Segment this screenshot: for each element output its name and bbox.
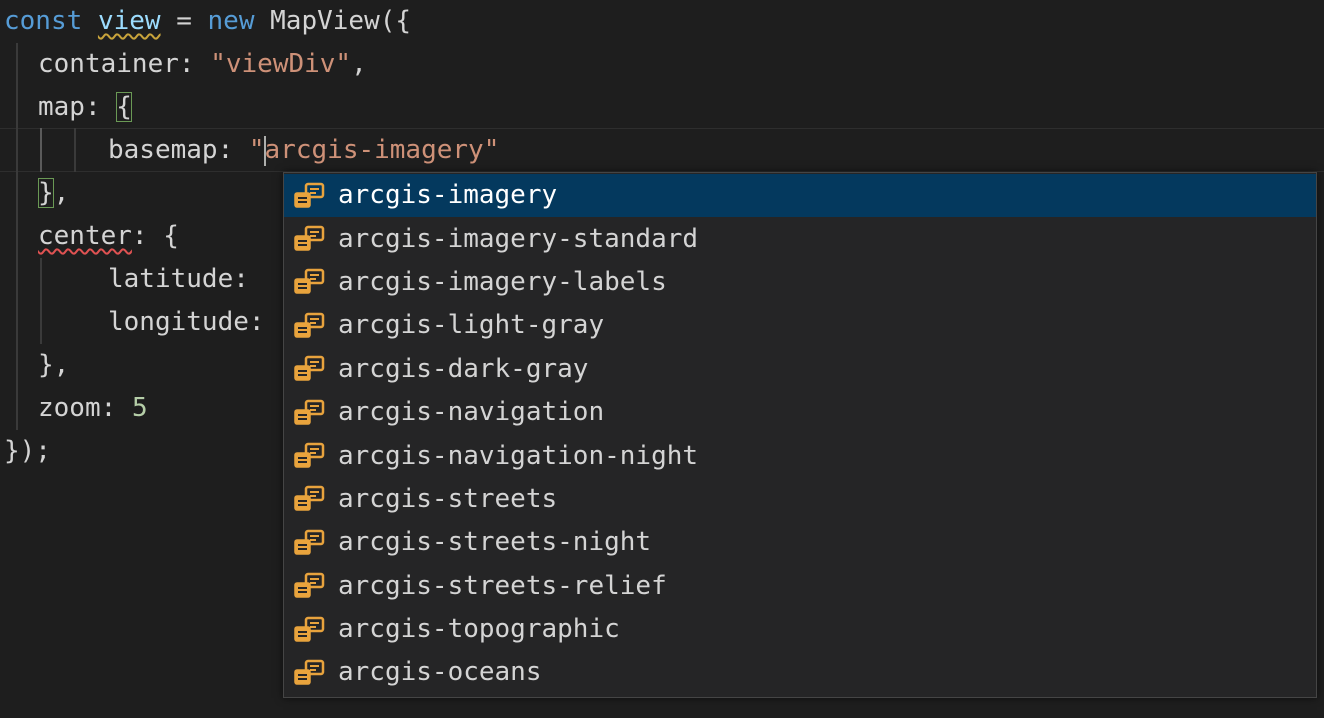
code-token: , [351,49,367,79]
code-token: : { [131,221,179,251]
suggest-item[interactable]: arcgis-streets-night [284,521,1316,564]
code-token: , [53,178,70,208]
code-line[interactable]: zoom: 5 [38,387,148,430]
code-line[interactable]: basemap: "arcgis-imagery" [108,129,499,172]
enum-member-icon [294,399,325,425]
code-token: " [483,135,500,165]
code-token: zoom [38,393,101,423]
code-line[interactable]: container: "viewDiv", [38,43,367,86]
code-token: latitude [108,264,234,294]
code-token: 5 [131,393,148,423]
enum-member-icon [294,486,325,512]
code-token: const [4,6,83,36]
enum-member-icon [294,312,325,338]
code-token: map [38,92,85,122]
code-token: : [233,264,249,294]
code-token: new [207,6,255,36]
code-token: = [160,6,208,36]
code-token: } [38,178,54,208]
suggest-item-label: arcgis-streets [338,483,558,514]
suggest-item-label: arcgis-navigation-night [338,440,699,471]
code-token: basemap [108,135,218,165]
code-line[interactable]: map: { [38,86,132,129]
enum-member-icon [294,269,325,295]
indent-guide [16,43,18,430]
code-token: : [248,307,265,337]
code-token: center [38,221,132,251]
suggest-item-label: arcgis-oceans [338,657,542,688]
enum-member-icon [294,616,325,642]
suggest-item[interactable]: arcgis-imagery-labels [284,261,1316,304]
code-token: arcgis-imagery [264,135,484,165]
suggest-item[interactable]: arcgis-streets-relief [284,565,1316,608]
code-line[interactable]: latitude: [108,258,249,301]
code-token: view [97,6,161,36]
suggest-item-label: arcgis-imagery [338,180,558,211]
code-token: longitude [108,307,249,337]
suggest-item[interactable]: arcgis-oceans [284,651,1316,694]
suggest-item-label: arcgis-navigation [338,397,605,428]
suggest-item-label: arcgis-dark-gray [338,353,589,384]
enum-member-icon [294,529,325,555]
suggest-item-label: arcgis-imagery-standard [338,223,699,254]
suggest-item-label: arcgis-streets-relief [338,570,667,601]
code-token: : [84,92,117,122]
code-editor[interactable]: const view = new MapView({container: "vi… [0,0,1324,718]
code-token: }, [38,350,70,380]
code-token: MapView({ [254,6,412,36]
code-line[interactable]: }, [38,344,69,387]
code-token: { [116,92,132,122]
suggest-item[interactable]: arcgis-light-gray [284,304,1316,347]
suggest-item[interactable]: arcgis-navigation-night [284,434,1316,477]
enum-member-icon [294,572,325,598]
suggest-item[interactable]: arcgis-dark-gray [284,348,1316,391]
suggest-item[interactable]: arcgis-streets [284,478,1316,521]
suggest-item-label: arcgis-light-gray [338,310,605,341]
suggest-item[interactable]: arcgis-imagery-standard [284,217,1316,260]
enum-member-icon [294,225,325,251]
indent-guide [74,128,76,172]
code-line[interactable]: center: { [38,215,179,258]
enum-member-icon [294,442,325,468]
code-token: "viewDiv" [210,49,352,79]
code-line[interactable]: }, [38,172,69,215]
code-token: " [248,135,265,165]
suggest-item-label: arcgis-streets-night [338,527,652,558]
indent-guide [40,128,42,172]
suggest-item[interactable]: arcgis-topographic [284,608,1316,651]
enum-member-icon [294,659,325,685]
code-line[interactable]: const view = new MapView({ [4,0,411,43]
code-token: }); [4,436,51,466]
enum-member-icon [294,182,325,208]
indent-guide [40,258,42,344]
code-token: container [38,49,179,79]
suggest-item-label: arcgis-imagery-labels [338,266,667,297]
enum-member-icon [294,356,325,381]
code-token: : [217,135,249,165]
suggest-widget[interactable]: arcgis-imagery arcgis-imagery-standard arc… [283,172,1317,698]
suggest-item[interactable]: arcgis-navigation [284,391,1316,434]
code-token: : [100,393,132,423]
suggest-item[interactable]: arcgis-imagery [284,174,1316,218]
code-token: : [178,49,211,79]
code-line[interactable]: }); [4,430,51,473]
code-line[interactable]: longitude: [108,301,265,344]
suggest-item-label: arcgis-topographic [338,614,620,645]
